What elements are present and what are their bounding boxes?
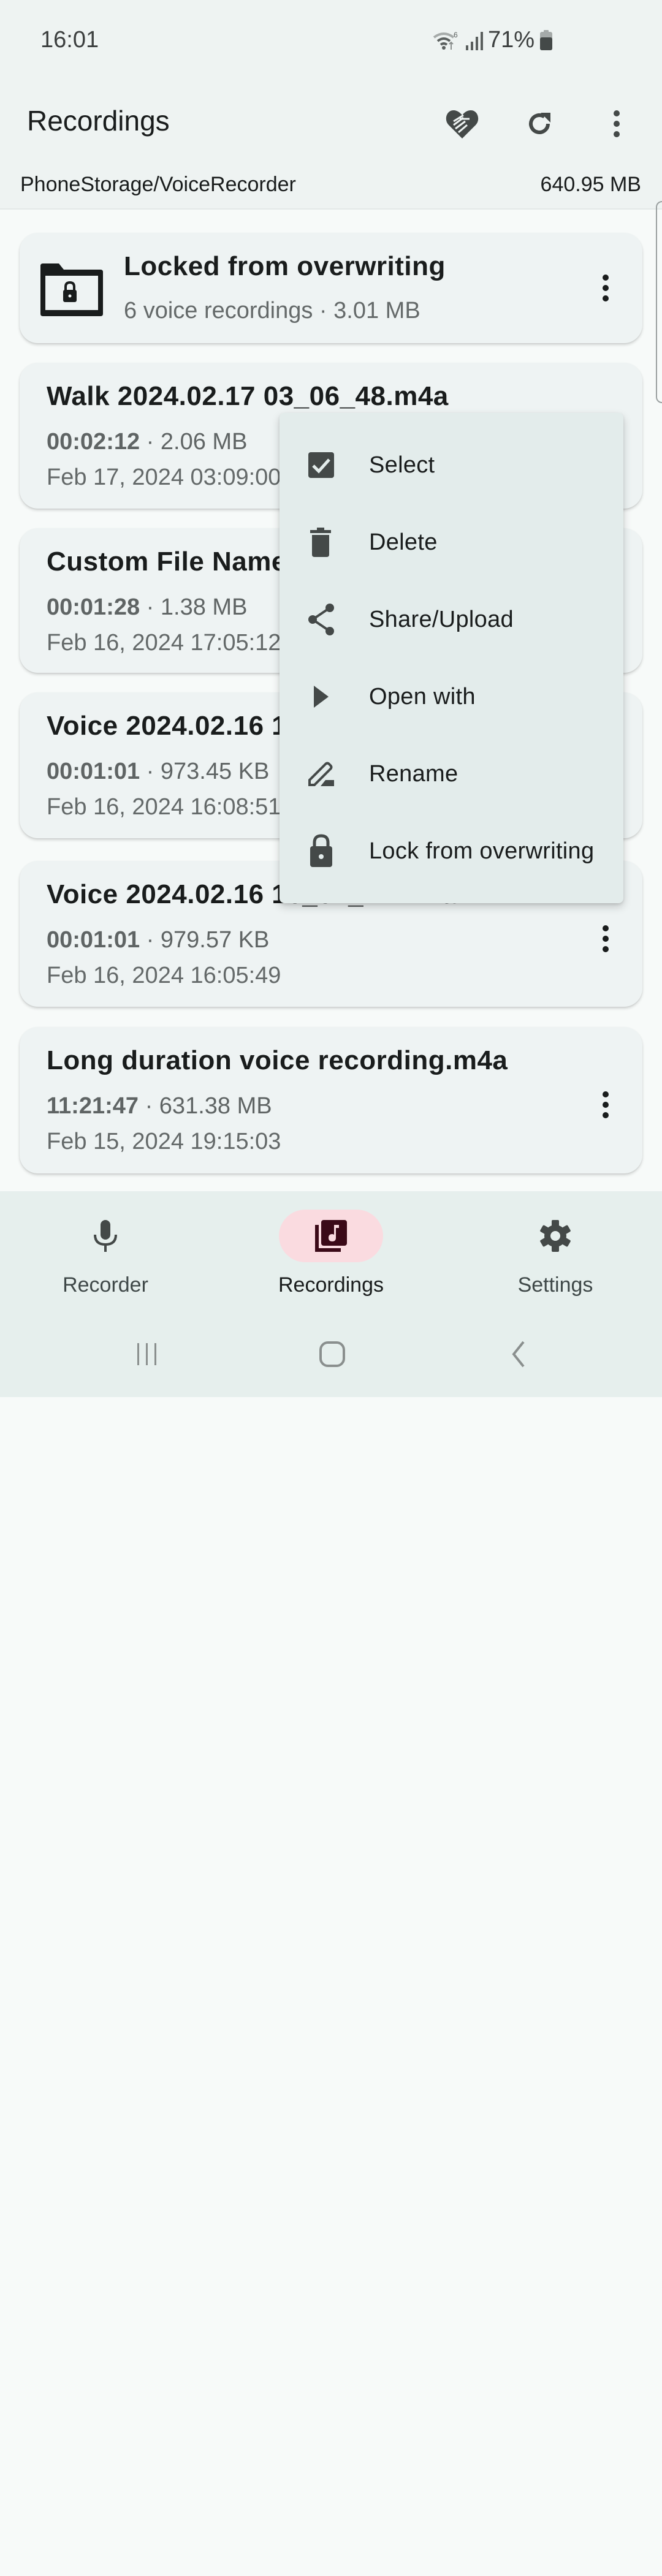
nav-settings[interactable]: Settings — [463, 1210, 647, 1314]
app-bar: Recordings PhoneStorage/VoiceRecorder 64… — [0, 80, 662, 210]
library-music-icon — [315, 1220, 347, 1252]
recording-more-button[interactable] — [593, 917, 618, 960]
separator: · — [140, 594, 161, 620]
status-bar: 16:01 6 71% — [0, 0, 662, 80]
menu-item-share[interactable]: Share/Upload — [280, 581, 623, 658]
refresh-button[interactable] — [515, 99, 564, 148]
battery-percent: 71% — [487, 27, 535, 53]
recording-size: 2.06 MB — [160, 429, 248, 455]
recording-duration: 11:21:47 — [47, 1093, 139, 1119]
recording-duration: 00:01:28 — [47, 594, 140, 620]
wifi-6-icon: 6 — [433, 31, 458, 50]
nav-label: Settings — [517, 1273, 593, 1297]
active-indicator — [279, 1210, 383, 1262]
recording-duration: 00:02:12 — [47, 429, 140, 455]
checkbox-checked-icon — [308, 452, 334, 478]
home-icon — [319, 1341, 345, 1367]
menu-label: Delete — [369, 529, 438, 555]
more-vert-icon — [614, 110, 620, 137]
locked-folder-icon — [40, 263, 103, 316]
page-title: Recordings — [27, 105, 170, 137]
separator: · — [139, 1093, 159, 1119]
nav-recordings[interactable]: Recordings — [239, 1210, 423, 1314]
scrollbar[interactable] — [656, 201, 662, 403]
trash-icon — [310, 528, 331, 557]
recording-size: 979.57 KB — [160, 927, 270, 953]
separator: · — [140, 927, 161, 953]
context-menu: Select Delete Share/Upload Open with Ren… — [280, 413, 623, 903]
recording-meta: 00:02:12 · 2.06 MB — [47, 429, 247, 455]
recording-more-button[interactable] — [593, 1083, 618, 1126]
recents-icon — [137, 1343, 156, 1365]
home-button[interactable] — [308, 1330, 357, 1379]
recording-meta: 00:01:01 · 973.45 KB — [47, 759, 269, 785]
overflow-menu-button[interactable] — [592, 99, 641, 148]
nav-recorder[interactable]: Recorder — [13, 1210, 197, 1314]
nav-label: Recordings — [278, 1273, 384, 1297]
recording-meta: 00:01:01 · 979.57 KB — [47, 927, 269, 953]
total-size: 640.95 MB — [540, 173, 641, 196]
mic-icon — [94, 1220, 117, 1252]
recording-date: Feb 17, 2024 03:09:00 — [47, 464, 281, 490]
recording-name: Long duration voice recording.m4a — [47, 1045, 508, 1075]
status-icons: 6 71% — [433, 27, 553, 53]
recents-button[interactable] — [123, 1330, 172, 1379]
folder-subtitle: 6 voice recordings · 3.01 MB — [124, 298, 420, 324]
menu-label: Share/Upload — [369, 606, 514, 632]
recording-date: Feb 15, 2024 19:15:03 — [47, 1129, 281, 1154]
recording-duration: 00:01:01 — [47, 759, 140, 784]
donate-heart-icon — [446, 110, 479, 138]
gear-icon — [540, 1220, 571, 1252]
recording-date: Feb 16, 2024 16:08:51 — [47, 794, 281, 820]
recording-duration: 00:01:01 — [47, 927, 140, 953]
menu-label: Open with — [369, 683, 476, 710]
more-vert-icon — [603, 1091, 609, 1118]
menu-label: Select — [369, 452, 435, 478]
menu-item-rename[interactable]: Rename — [280, 735, 623, 813]
menu-label: Lock from overwriting — [369, 838, 595, 864]
nav-label: Recorder — [63, 1273, 148, 1297]
menu-label: Rename — [369, 760, 458, 787]
more-vert-icon — [603, 925, 609, 952]
signal-icon — [465, 31, 483, 50]
recording-date: Feb 16, 2024 16:05:49 — [47, 963, 281, 988]
locked-folder-card[interactable]: Locked from overwriting 6 voice recordin… — [20, 233, 642, 343]
storage-path: PhoneStorage/VoiceRecorder — [20, 173, 296, 196]
lock-icon — [310, 834, 332, 867]
recording-name: Walk 2024.02.17 03_06_48.m4a — [47, 381, 449, 411]
recording-card[interactable]: Long duration voice recording.m4a 11:21:… — [20, 1027, 642, 1173]
recording-date: Feb 16, 2024 17:05:12 — [47, 630, 281, 656]
menu-item-select[interactable]: Select — [280, 426, 623, 504]
play-icon — [314, 686, 329, 708]
recording-size: 1.38 MB — [160, 594, 248, 620]
menu-item-lock[interactable]: Lock from overwriting — [280, 813, 623, 890]
donate-button[interactable] — [438, 99, 487, 148]
refresh-icon — [529, 113, 550, 134]
battery-icon — [540, 29, 552, 50]
folder-more-button[interactable] — [593, 267, 618, 309]
recording-size: 973.45 KB — [160, 759, 270, 784]
folder-title: Locked from overwriting — [124, 251, 446, 281]
recording-meta: 11:21:47 · 631.38 MB — [47, 1093, 272, 1119]
recording-size: 631.38 MB — [159, 1093, 272, 1119]
menu-item-open-with[interactable]: Open with — [280, 658, 623, 735]
menu-item-delete[interactable]: Delete — [280, 504, 623, 581]
recording-meta: 00:01:28 · 1.38 MB — [47, 594, 247, 621]
status-time: 16:01 — [40, 27, 99, 53]
back-button[interactable] — [494, 1330, 543, 1379]
back-icon — [512, 1341, 525, 1368]
more-vert-icon — [603, 275, 609, 301]
separator: · — [140, 429, 161, 455]
share-icon — [308, 604, 334, 635]
svg-text:6: 6 — [454, 31, 458, 39]
separator: · — [140, 759, 161, 784]
edit-icon — [308, 762, 334, 786]
